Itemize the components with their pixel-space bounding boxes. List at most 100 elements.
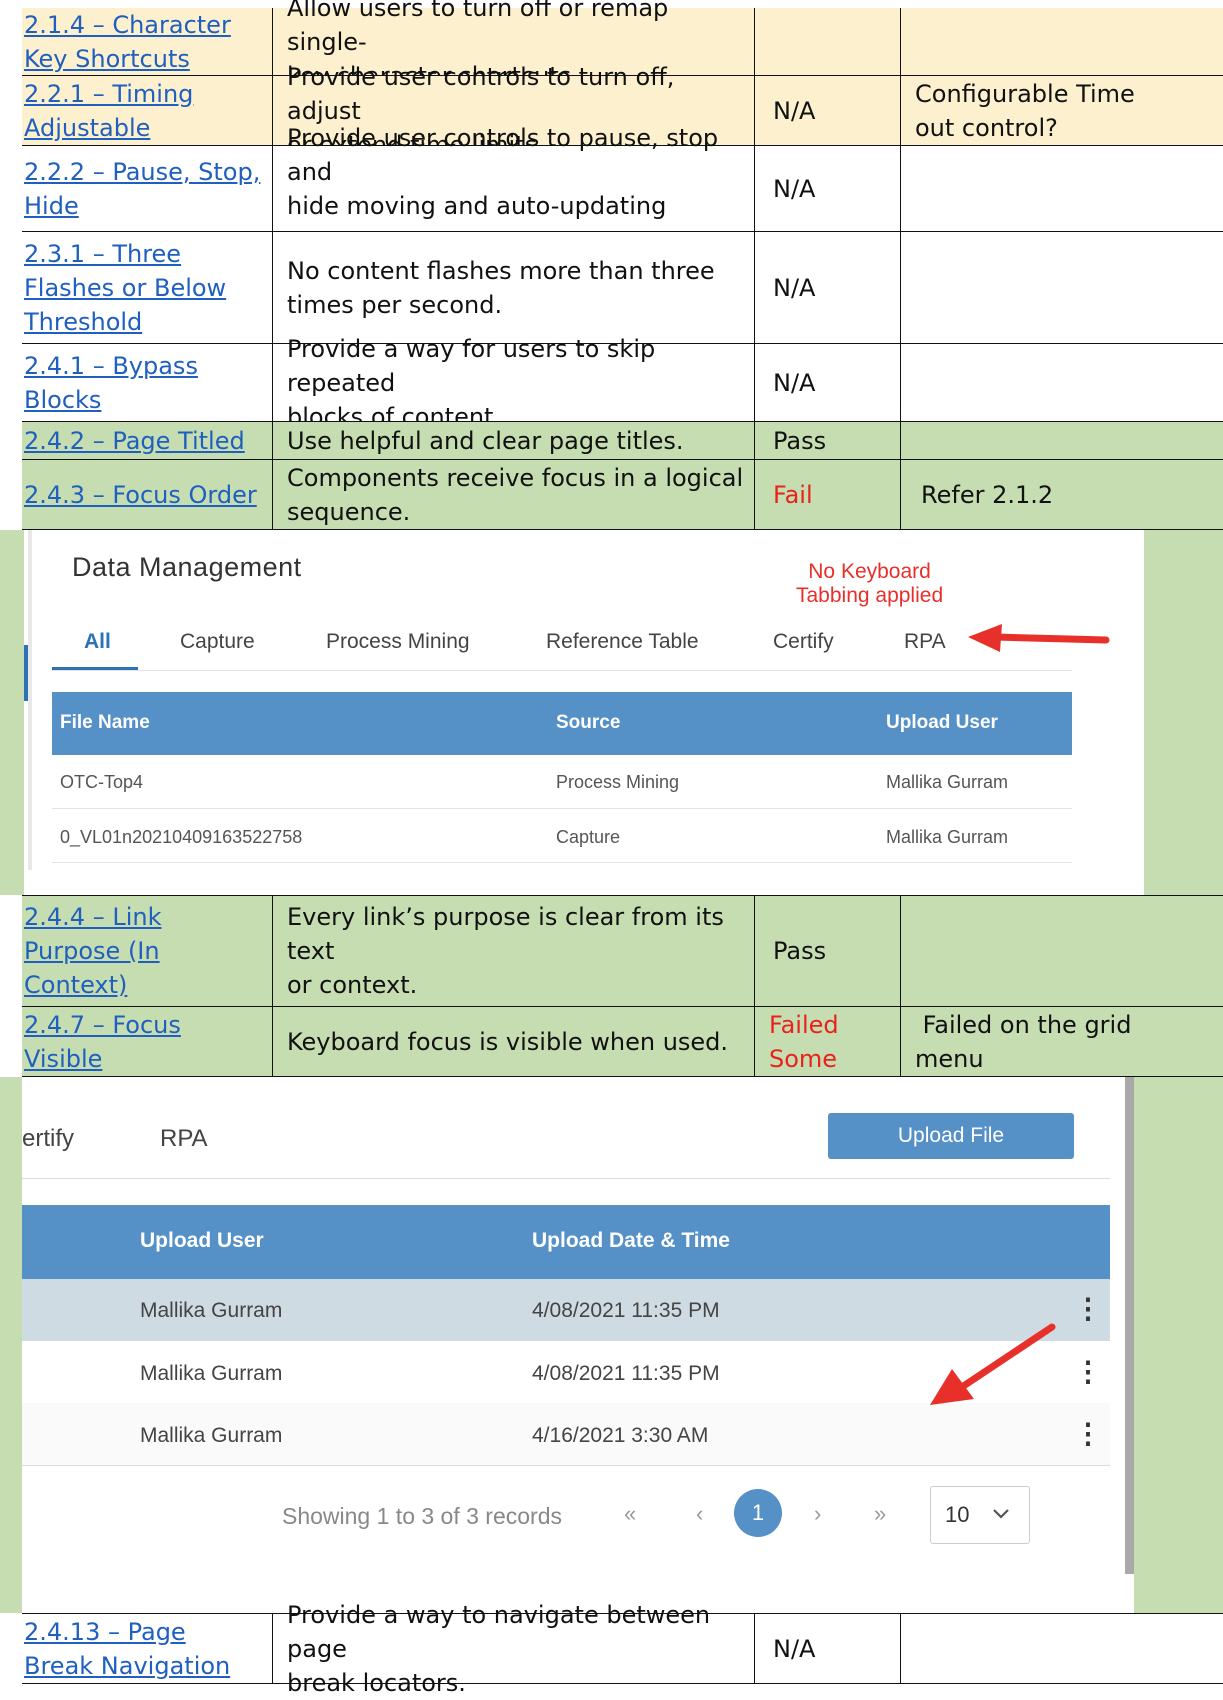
criterion-cell: 2.4.1 – Bypass Blocks [22, 344, 272, 422]
notes-cell [900, 146, 1223, 232]
notes-cell [900, 344, 1223, 422]
column-header-upload-date[interactable]: Upload Date & Time [532, 1229, 730, 1253]
upload-file-button[interactable]: Upload File [828, 1113, 1074, 1159]
tab-process-mining[interactable]: Process Mining [326, 630, 470, 654]
notes-cell: Failed on the grid menu [900, 1007, 1223, 1077]
column-header-upload-user[interactable]: Upload User [886, 712, 998, 734]
upload-date-cell: 4/08/2021 11:35 PM [532, 1362, 720, 1385]
result-cell [754, 8, 900, 76]
criterion-link[interactable]: 2.4.2 – Page Titled [24, 424, 245, 458]
criterion-link[interactable]: 2.2.2 – Pause, Stop, Hide [24, 155, 260, 223]
table-row: 2.4.7 – Focus Visible Keyboard focus is v… [22, 1007, 1223, 1077]
criterion-cell: 2.4.3 – Focus Order [22, 460, 272, 530]
result-cell: N/A [754, 1614, 900, 1684]
notes-cell [900, 8, 1223, 76]
table-row: 2.4.13 – Page Break Navigation Provide a … [22, 1601, 1223, 1697]
description-cell: Provide a way for users to skip repeated… [272, 335, 754, 431]
criterion-link[interactable]: 2.4.7 – Focus Visible [24, 1008, 181, 1076]
chevron-down-icon [993, 1509, 1009, 1519]
embedded-screenshot-data-management: Data Management No Keyboard Tabbing appli… [24, 530, 1144, 895]
description-cell: Components receive focus in a logical seq… [272, 460, 754, 530]
divider [22, 1465, 1110, 1466]
upload-date-cell: 4/08/2021 11:35 PM [532, 1299, 720, 1322]
result-cell: Pass [754, 896, 900, 1007]
description-cell: Provide user controls to pause, stop and… [272, 124, 754, 254]
kebab-menu-icon[interactable]: ⋮ [1074, 1358, 1102, 1386]
page-title: Data Management [72, 552, 302, 582]
criterion-cell: 2.2.1 – Timing Adjustable [22, 76, 272, 146]
result-cell: N/A [754, 146, 900, 232]
table-row: 2.3.1 – Three Flashes or Below Threshold N… [22, 232, 1223, 344]
tab-reference-table[interactable]: Reference Table [546, 630, 699, 654]
notes-cell [900, 422, 1223, 460]
description-cell: No content flashes more than three times … [272, 232, 754, 344]
upload-user-cell: Mallika Gurram [140, 1362, 283, 1385]
upload-user-cell: Mallika Gurram [886, 772, 1009, 792]
notes-cell [900, 896, 1223, 1007]
tab-rpa[interactable]: RPA [160, 1125, 208, 1153]
embedded-screenshot-upload-grid: ertify RPA Upload File Upload User Uploa… [22, 1077, 1134, 1613]
result-cell: Failed Some [754, 1007, 900, 1077]
result-cell: N/A [754, 76, 900, 146]
source-cell: Process Mining [556, 772, 680, 792]
criterion-cell: 2.4.2 – Page Titled [22, 422, 272, 460]
criterion-cell: 2.4.7 – Focus Visible [22, 1007, 272, 1077]
criterion-link[interactable]: 2.4.4 – Link Purpose (In Context) [24, 900, 161, 1002]
upload-user-cell: Mallika Gurram [140, 1424, 283, 1447]
description-cell: Use helpful and clear page titles. [272, 422, 754, 460]
upload-user-cell: Mallika Gurram [886, 827, 1009, 847]
file-name-cell: OTC-Top4 [60, 772, 144, 792]
result-cell: Pass [754, 422, 900, 460]
file-name-cell: 0_VL01n20210409163522758 [60, 827, 303, 847]
column-header-upload-user[interactable]: Upload User [140, 1229, 264, 1253]
result-cell: N/A [754, 232, 900, 344]
criterion-link[interactable]: 2.4.3 – Focus Order [24, 478, 257, 512]
criterion-cell: 2.3.1 – Three Flashes or Below Threshold [22, 232, 272, 344]
table-row: 2.4.2 – Page Titled Use helpful and clea… [22, 422, 1223, 460]
table-row: 2.4.3 – Focus Order Components receive f… [22, 460, 1223, 530]
selection-indicator [24, 645, 28, 701]
page-size-select[interactable]: 10 [930, 1486, 1030, 1544]
description-cell: Provide a way to navigate between page br… [272, 1601, 754, 1697]
criterion-cell: 2.4.13 – Page Break Navigation [22, 1614, 272, 1684]
result-cell: Fail [754, 460, 900, 530]
result-cell: N/A [754, 344, 900, 422]
description-cell: Every link’s purpose is clear from its t… [272, 896, 754, 1007]
criterion-link[interactable]: 2.2.1 – Timing Adjustable [24, 77, 193, 145]
kebab-menu-icon[interactable]: ⋮ [1074, 1295, 1102, 1323]
prev-page-icon[interactable]: ‹ [696, 1501, 703, 1527]
annotation-arrow-icon [930, 1323, 1056, 1405]
criterion-link[interactable]: 2.4.13 – Page Break Navigation [24, 1615, 230, 1683]
criterion-cell: 2.1.4 – Character Key Shortcuts [22, 8, 272, 76]
notes-cell: Configurable Time out control? [900, 76, 1223, 146]
page-size-value: 10 [945, 1502, 970, 1527]
criterion-cell: 2.2.2 – Pause, Stop, Hide [22, 146, 272, 232]
annotation-arrow-icon [968, 624, 1110, 652]
tab-capture[interactable]: Capture [180, 630, 255, 654]
tab-certify[interactable]: ertify [22, 1125, 74, 1153]
tab-certify[interactable]: Certify [773, 630, 834, 654]
first-page-icon[interactable]: « [624, 1501, 636, 1527]
column-header-file-name[interactable]: File Name [60, 712, 150, 734]
source-cell: Capture [556, 827, 621, 847]
page-button-current[interactable]: 1 [734, 1489, 782, 1537]
table-row: 2.4.1 – Bypass Blocks Provide a way for u… [22, 335, 1223, 431]
notes-cell [900, 232, 1223, 344]
description-cell: Keyboard focus is visible when used. [272, 1007, 754, 1077]
divider [52, 670, 1072, 671]
column-header-source[interactable]: Source [556, 712, 620, 734]
scrollbar[interactable] [1125, 1077, 1134, 1574]
upload-date-cell: 4/16/2021 3:30 AM [532, 1424, 709, 1447]
criterion-link[interactable]: 2.1.4 – Character Key Shortcuts [24, 8, 231, 76]
tab-rpa[interactable]: RPA [904, 630, 946, 654]
annotation-text: No Keyboard Tabbing applied [796, 560, 944, 607]
criterion-link[interactable]: 2.4.1 – Bypass Blocks [24, 349, 198, 417]
criterion-link[interactable]: 2.3.1 – Three Flashes or Below Threshold [24, 237, 226, 339]
document-page: 2.1.4 – Character Key Shortcuts Allow use… [0, 0, 1223, 1697]
tab-all[interactable]: All [84, 630, 111, 654]
kebab-menu-icon[interactable]: ⋮ [1074, 1420, 1102, 1448]
notes-cell: Refer 2.1.2 [900, 460, 1223, 530]
criterion-cell: 2.4.4 – Link Purpose (In Context) [22, 896, 272, 1007]
next-page-icon[interactable]: › [814, 1501, 821, 1527]
last-page-icon[interactable]: » [874, 1501, 886, 1527]
